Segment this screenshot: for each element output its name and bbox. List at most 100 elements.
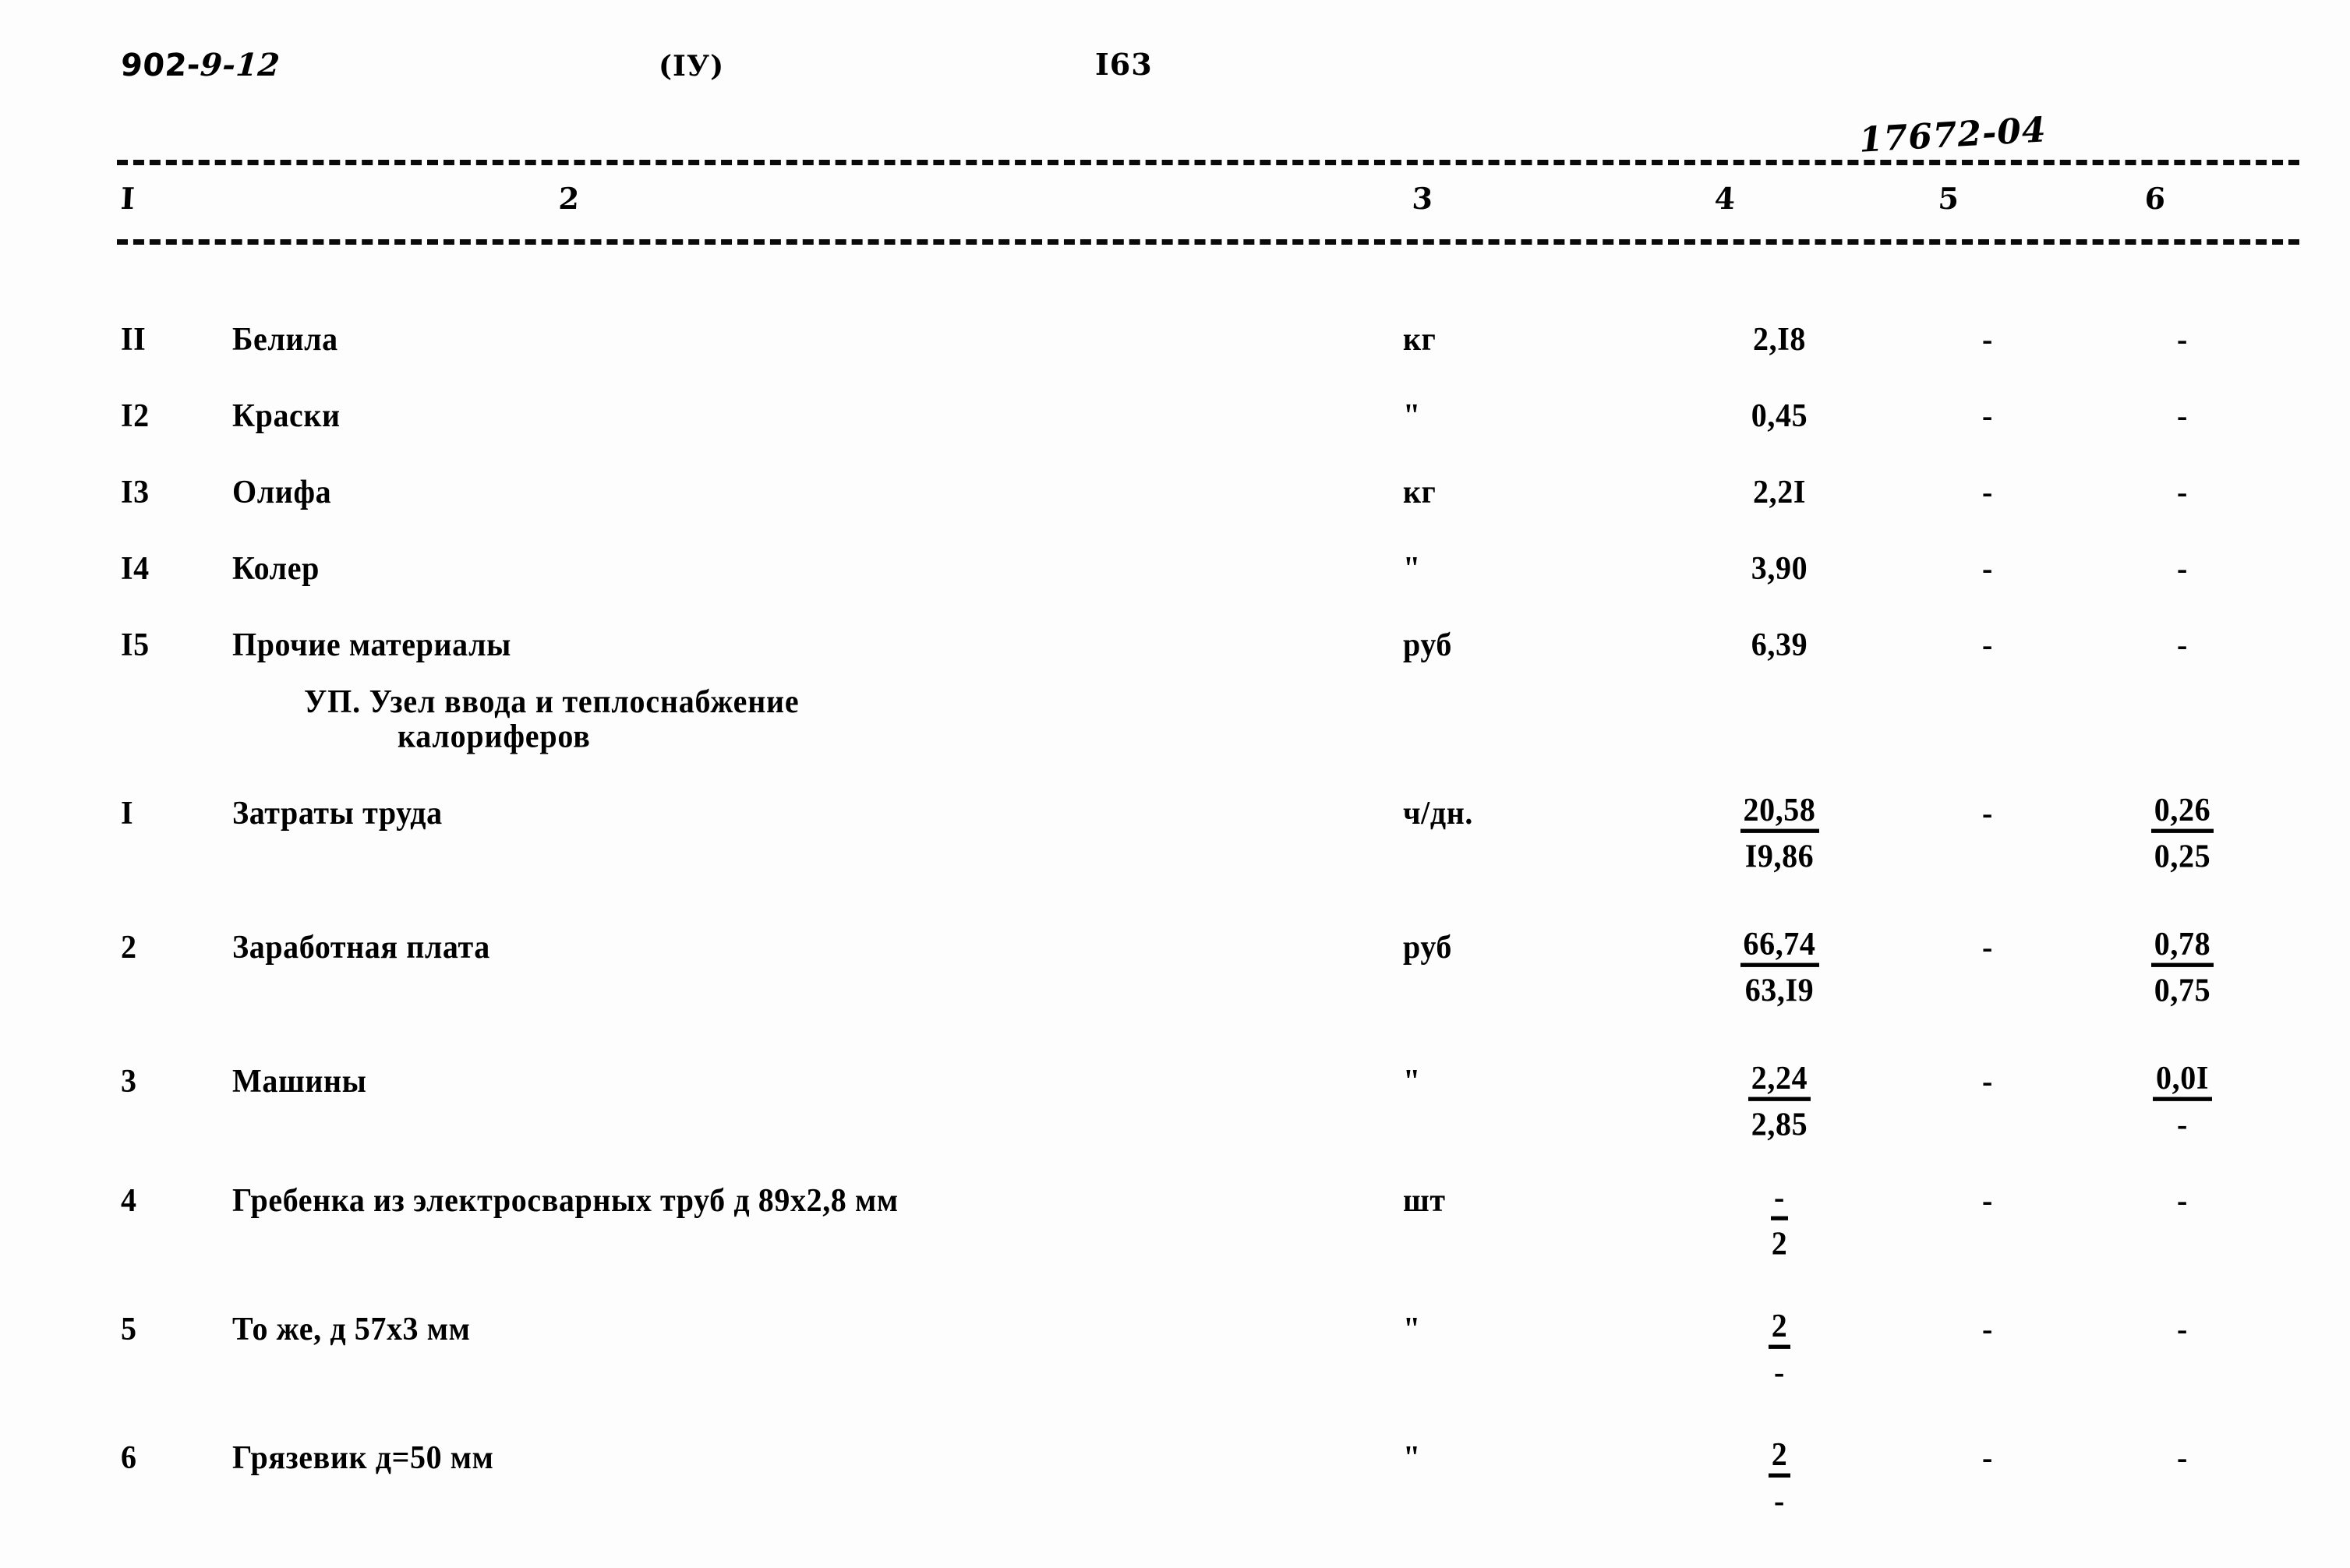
fraction-numerator: 0,0I [2153, 1061, 2212, 1101]
column-header-2: 2 [557, 181, 581, 216]
row-value-4: 20,58 I9,86 [1702, 793, 1857, 875]
row-value-6: - [2177, 549, 2188, 587]
document-part: (IУ) [659, 50, 725, 83]
row-value-5: - [1982, 473, 1993, 510]
fraction-numerator: 2,24 [1747, 1061, 1811, 1101]
row-number: 3 [121, 1062, 137, 1100]
row-name: Машины [232, 1062, 367, 1100]
row-number: I3 [121, 473, 150, 510]
row-unit: " [1403, 1439, 1421, 1476]
row-name: То же, д 57x3 мм [232, 1310, 471, 1347]
document-code-printed: 902- [119, 48, 202, 83]
row-value-4: -2 [1702, 1180, 1857, 1263]
row-number: I4 [121, 549, 150, 587]
row-number: 6 [121, 1439, 137, 1476]
row-value-5: - [1982, 320, 1993, 358]
fraction-numerator: 2 [1768, 1308, 1791, 1349]
section-heading-line1: УП. Узел ввода и теплоснабжение [304, 682, 800, 720]
fraction-numerator: 66,74 [1740, 927, 1819, 967]
row-value-4: 6,39 [1751, 626, 1808, 663]
row-value-6: - [2177, 1310, 2188, 1347]
fraction-value: 2,24 2,85 [1747, 1061, 1811, 1142]
archive-number-handwritten: 17672-04 [1857, 110, 2048, 161]
row-number: 4 [121, 1181, 137, 1219]
row-value-4: 2- [1702, 1308, 1857, 1391]
row-name: Грязевик д=50 мм [232, 1439, 494, 1476]
page-number: I63 [1095, 47, 1153, 82]
fraction-numerator: - [1771, 1180, 1788, 1220]
row-name: Затраты труда [232, 794, 443, 832]
row-unit: " [1403, 397, 1421, 434]
document-code-handwritten: 9-12 [199, 47, 281, 83]
row-value-5: - [1982, 1310, 1993, 1347]
row-name: Белила [232, 320, 338, 358]
row-value-5: - [1982, 794, 1993, 832]
row-name: Заработная плата [232, 928, 490, 966]
fraction-value: 2- [1768, 1308, 1791, 1389]
fraction-denominator: 63,I9 [1744, 971, 1815, 1008]
fraction-denominator: 2 [1771, 1224, 1788, 1262]
column-header-5: 5 [1937, 181, 1960, 216]
row-value-5: - [1982, 1062, 1993, 1100]
document-code: 902-9-12 [119, 47, 281, 83]
fraction-value: 0,78 0,75 [2150, 927, 2214, 1008]
fraction-value: 66,74 63,I9 [1740, 927, 1819, 1007]
scanned-page: 902-9-12 (IУ) I63 17672-04 I 2 3 4 5 6 I… [0, 0, 2350, 1568]
row-value-5: - [1982, 397, 1993, 434]
row-value-5: - [1982, 1439, 1993, 1476]
row-number: II [121, 320, 147, 358]
column-header-6: 6 [2143, 181, 2167, 216]
row-value-6: - [2177, 1439, 2188, 1476]
fraction-denominator: - [2177, 1105, 2188, 1142]
row-value-6: - [2177, 397, 2188, 434]
row-name: Краски [232, 397, 341, 434]
row-value-4: 0,45 [1751, 397, 1808, 434]
fraction-numerator: 0,78 [2150, 927, 2214, 967]
fraction-value: 0,0I - [2153, 1061, 2212, 1141]
fraction-denominator: 0,75 [2154, 971, 2211, 1008]
row-unit: " [1403, 1310, 1421, 1347]
fraction-value: 20,58 I9,86 [1740, 793, 1819, 873]
row-value-6: 0,0I - [2104, 1061, 2260, 1143]
fraction-numerator: 2 [1768, 1437, 1791, 1478]
table-column-header-row: I 2 3 4 5 6 [0, 181, 2350, 228]
fraction-denominator: I9,86 [1744, 837, 1815, 874]
column-header-1: I [119, 181, 136, 216]
row-number: I2 [121, 397, 150, 434]
table-header-dashed-rule [117, 239, 2299, 245]
row-name: Гребенка из электросварных труб д 89x2,8… [232, 1181, 899, 1219]
row-number: 5 [121, 1310, 137, 1347]
row-value-6: - [2177, 473, 2188, 510]
row-unit: кг [1403, 320, 1437, 358]
row-value-6: - [2177, 1181, 2188, 1219]
row-unit: " [1403, 1062, 1421, 1100]
row-name: Олифа [232, 473, 332, 510]
row-value-4: 66,74 63,I9 [1702, 927, 1857, 1009]
row-unit: " [1403, 549, 1421, 587]
row-value-4: 3,90 [1751, 549, 1808, 587]
row-value-6: 0,26 0,25 [2104, 793, 2260, 875]
fraction-denominator: - [1774, 1481, 1785, 1519]
row-unit: руб [1403, 928, 1452, 966]
row-value-6: 0,78 0,75 [2104, 927, 2260, 1009]
fraction-value: -2 [1771, 1180, 1788, 1262]
row-value-6: - [2177, 626, 2188, 663]
table-top-dashed-rule [117, 160, 2299, 165]
fraction-numerator: 20,58 [1740, 793, 1819, 833]
row-unit: шт [1403, 1181, 1446, 1219]
fraction-value: 0,26 0,25 [2150, 793, 2214, 874]
row-name: Колер [232, 549, 320, 587]
row-value-6: - [2177, 320, 2188, 358]
row-value-5: - [1982, 626, 1993, 663]
row-value-5: - [1982, 1181, 1993, 1219]
column-header-3: 3 [1411, 181, 1434, 216]
page-header: 902-9-12 (IУ) I63 [0, 47, 2350, 101]
fraction-numerator: 0,26 [2150, 793, 2214, 833]
fraction-denominator: 0,25 [2154, 837, 2211, 874]
row-value-5: - [1982, 549, 1993, 587]
row-value-4: 2,I8 [1753, 320, 1806, 358]
column-header-4: 4 [1713, 181, 1737, 216]
row-name: Прочие материалы [232, 626, 511, 663]
fraction-denominator: 2,85 [1751, 1105, 1808, 1142]
row-value-4: 2- [1702, 1437, 1857, 1520]
